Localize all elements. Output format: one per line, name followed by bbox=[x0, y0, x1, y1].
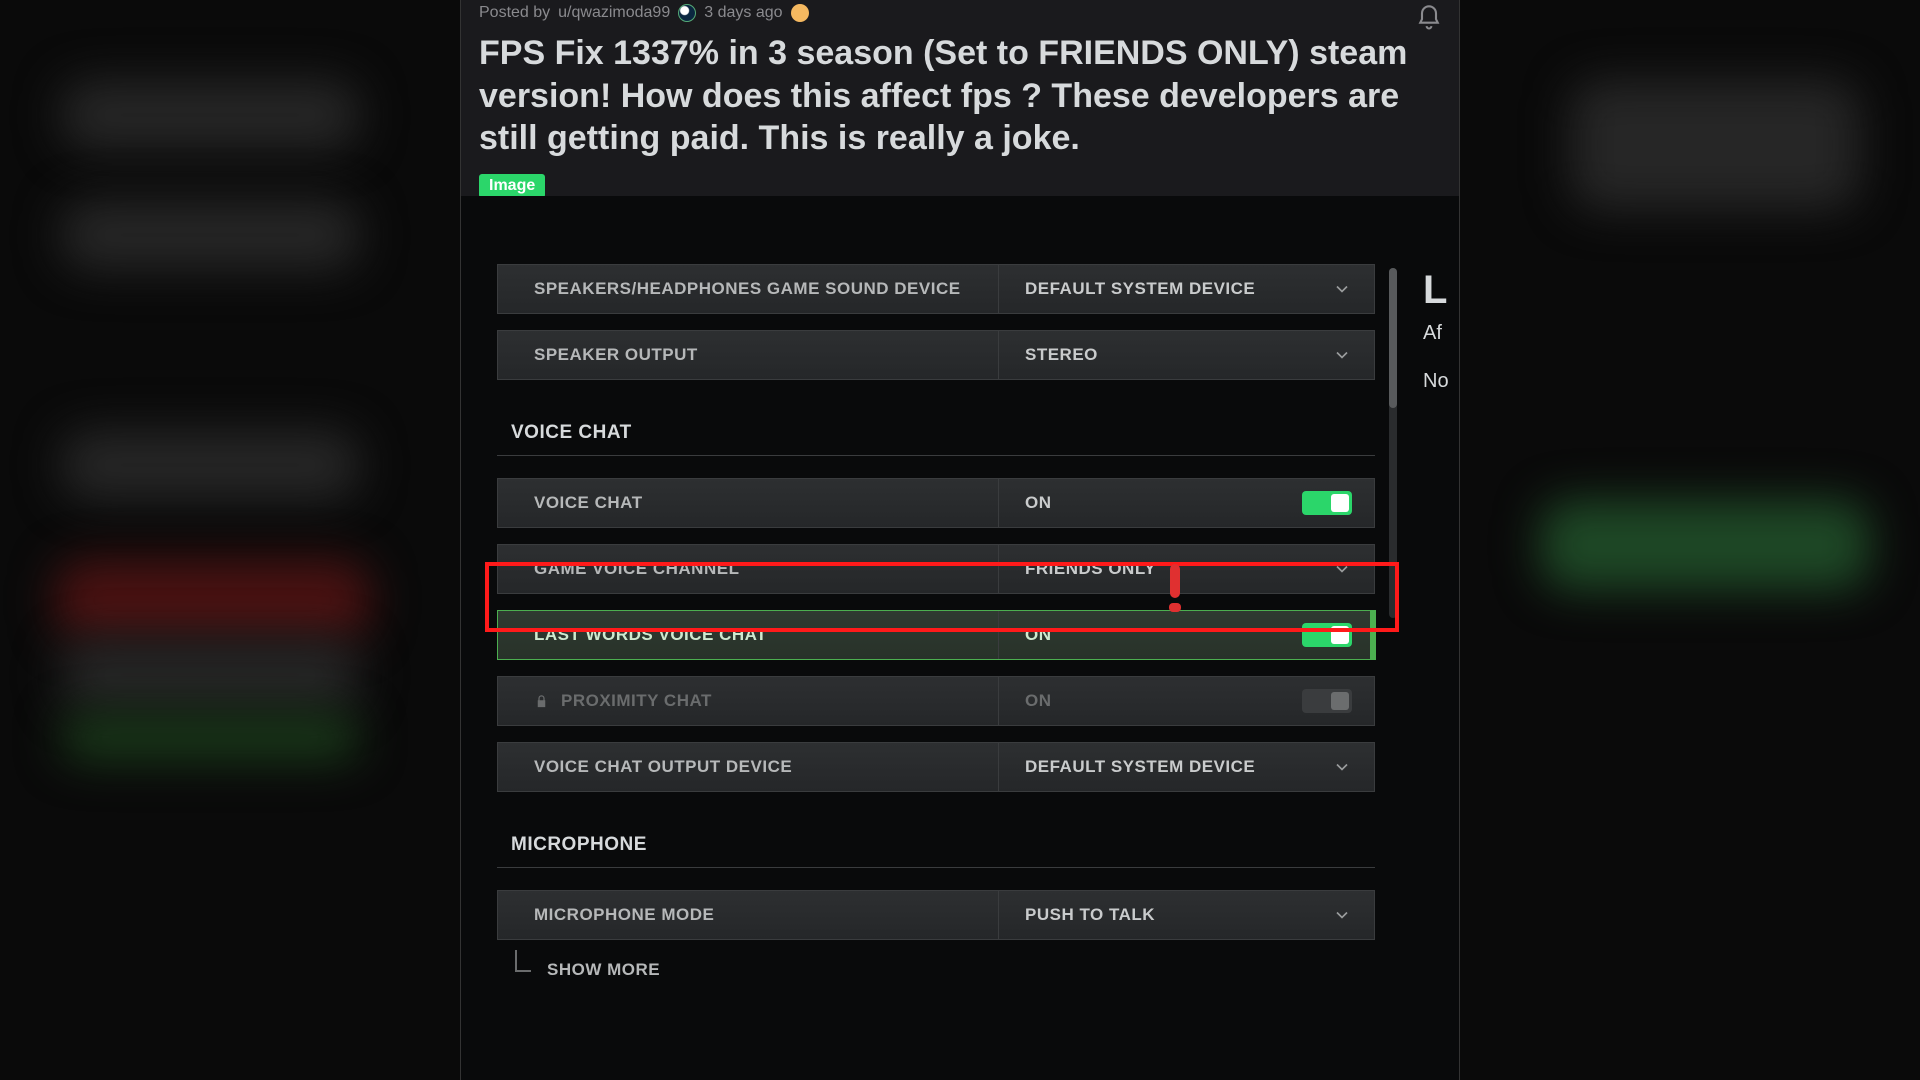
setting-voice-chat[interactable]: VOICE CHAT ON bbox=[497, 478, 1375, 528]
setting-microphone-mode[interactable]: MICROPHONE MODE PUSH TO TALK bbox=[497, 890, 1375, 940]
toggle-switch[interactable] bbox=[1302, 623, 1352, 647]
lock-icon bbox=[534, 694, 549, 709]
setting-game-voice-channel[interactable]: GAME VOICE CHANNEL FRIENDS ONLY bbox=[497, 544, 1375, 594]
setting-value-text: PUSH TO TALK bbox=[1025, 905, 1155, 925]
setting-value-text: STEREO bbox=[1025, 345, 1098, 365]
setting-label: MICROPHONE MODE bbox=[498, 891, 998, 939]
chevron-down-icon bbox=[1332, 345, 1352, 365]
posted-by-prefix: Posted by bbox=[479, 4, 550, 22]
chevron-down-icon bbox=[1332, 559, 1352, 579]
sidebar-heading-fragment: L bbox=[1423, 268, 1447, 313]
setting-voice-chat-output-device[interactable]: VOICE CHAT OUTPUT DEVICE DEFAULT SYSTEM … bbox=[497, 742, 1375, 792]
setting-value-text: ON bbox=[1025, 493, 1052, 513]
setting-label: LAST WORDS VOICE CHAT bbox=[498, 611, 998, 659]
notification-bell-icon[interactable] bbox=[1415, 4, 1443, 32]
setting-last-words-voice-chat[interactable]: LAST WORDS VOICE CHAT ON bbox=[497, 610, 1375, 660]
toggle-knob bbox=[1331, 494, 1349, 512]
setting-label: VOICE CHAT OUTPUT DEVICE bbox=[498, 743, 998, 791]
post-author[interactable]: u/qwazimoda99 bbox=[558, 4, 670, 22]
backdrop-blur bbox=[1540, 500, 1870, 590]
post-header: Posted by u/qwazimoda99 3 days ago FPS F… bbox=[461, 0, 1459, 210]
post-title: FPS Fix 1337% in 3 season (Set to FRIEND… bbox=[479, 32, 1441, 160]
sidebar-text-fragment: No bbox=[1423, 370, 1449, 393]
setting-speakers-device[interactable]: SPEAKERS/HEADPHONES GAME SOUND DEVICE DE… bbox=[497, 264, 1375, 314]
settings-panel: SPEAKERS/HEADPHONES GAME SOUND DEVICE DE… bbox=[497, 264, 1375, 986]
post-flair[interactable]: Image bbox=[479, 174, 545, 198]
toggle-knob bbox=[1331, 692, 1349, 710]
backdrop-blur bbox=[60, 640, 360, 710]
selection-edge bbox=[1370, 610, 1376, 660]
steam-icon bbox=[678, 4, 696, 22]
setting-value: ON bbox=[998, 479, 1374, 527]
setting-value-text: FRIENDS ONLY bbox=[1025, 559, 1156, 579]
setting-value[interactable]: DEFAULT SYSTEM DEVICE bbox=[998, 743, 1374, 791]
setting-value-text: DEFAULT SYSTEM DEVICE bbox=[1025, 757, 1255, 777]
setting-proximity-chat: PROXIMITY CHAT ON bbox=[497, 676, 1375, 726]
setting-value: ON bbox=[998, 611, 1374, 659]
section-header-voice-chat: VOICE CHAT bbox=[497, 410, 1375, 456]
setting-value: ON bbox=[998, 677, 1374, 725]
toggle-switch[interactable] bbox=[1302, 491, 1352, 515]
setting-label: PROXIMITY CHAT bbox=[498, 677, 998, 725]
setting-value-text: ON bbox=[1025, 625, 1052, 645]
backdrop-blur bbox=[60, 200, 360, 270]
scrollbar-track[interactable] bbox=[1389, 268, 1397, 618]
sidebar-text-fragment: Af bbox=[1423, 322, 1442, 345]
section-header-microphone: MICROPHONE bbox=[497, 822, 1375, 868]
toggle-switch-disabled bbox=[1302, 689, 1352, 713]
setting-value[interactable]: FRIENDS ONLY bbox=[998, 545, 1374, 593]
backdrop-blur bbox=[60, 80, 360, 150]
setting-label: GAME VOICE CHANNEL bbox=[498, 545, 998, 593]
show-more-button[interactable]: SHOW MORE bbox=[547, 960, 660, 980]
setting-value-text: ON bbox=[1025, 691, 1052, 711]
setting-label: SPEAKERS/HEADPHONES GAME SOUND DEVICE bbox=[498, 265, 998, 313]
setting-label: SPEAKER OUTPUT bbox=[498, 331, 998, 379]
setting-speaker-output[interactable]: SPEAKER OUTPUT STEREO bbox=[497, 330, 1375, 380]
backdrop-blur bbox=[1570, 80, 1860, 210]
tree-connector-icon bbox=[515, 950, 531, 972]
setting-label: VOICE CHAT bbox=[498, 479, 998, 527]
setting-label-text: PROXIMITY CHAT bbox=[561, 691, 712, 711]
post-meta: Posted by u/qwazimoda99 3 days ago bbox=[479, 4, 1441, 22]
toggle-knob bbox=[1331, 626, 1349, 644]
chevron-down-icon bbox=[1332, 905, 1352, 925]
chevron-down-icon bbox=[1332, 757, 1352, 777]
backdrop-blur bbox=[60, 430, 360, 500]
backdrop-blur bbox=[55, 560, 370, 640]
setting-value[interactable]: STEREO bbox=[998, 331, 1374, 379]
post-card: Posted by u/qwazimoda99 3 days ago FPS F… bbox=[460, 0, 1460, 1080]
screenshot-body: L Af No SPEAKERS/HEADPHONES GAME SOUND D… bbox=[461, 196, 1459, 1080]
chevron-down-icon bbox=[1332, 279, 1352, 299]
backdrop-blur bbox=[60, 715, 360, 760]
award-badge-icon bbox=[791, 4, 809, 22]
setting-value-text: DEFAULT SYSTEM DEVICE bbox=[1025, 279, 1255, 299]
scrollbar-thumb[interactable] bbox=[1389, 268, 1397, 408]
post-age: 3 days ago bbox=[704, 4, 782, 22]
setting-value[interactable]: PUSH TO TALK bbox=[998, 891, 1374, 939]
setting-value[interactable]: DEFAULT SYSTEM DEVICE bbox=[998, 265, 1374, 313]
